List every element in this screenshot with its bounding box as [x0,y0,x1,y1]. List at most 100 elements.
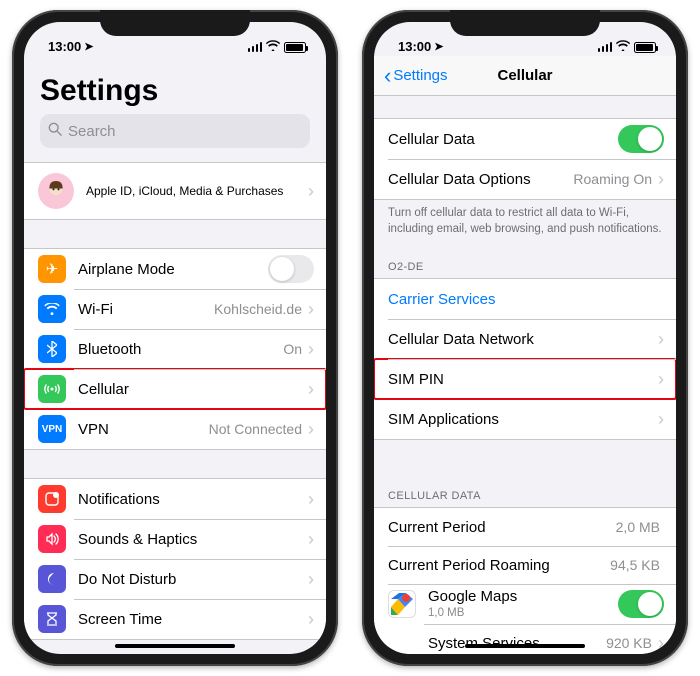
chevron-right-icon: › [308,339,314,360]
gmaps-row[interactable]: Google Maps 1,0 MB [374,584,676,624]
cellular-data-toggle[interactable] [618,125,664,153]
vpn-icon: VPN [38,415,66,443]
data-header: CELLULAR DATA [374,476,676,507]
airplane-icon: ✈ [38,255,66,283]
notifications-row[interactable]: Notifications › [24,479,326,519]
chevron-right-icon: › [308,529,314,550]
carrier-header: O2-DE [374,247,676,278]
bluetooth-row[interactable]: Bluetooth On › [24,329,326,369]
gmaps-sub: 1,0 MB [428,607,618,619]
vpn-label: VPN [78,421,209,438]
back-button[interactable]: ‹ Settings [382,56,448,95]
hourglass-icon [38,605,66,633]
wifi-icon [616,40,630,54]
bluetooth-label: Bluetooth [78,341,283,358]
sim-apps-row[interactable]: SIM Applications › [374,399,676,439]
airplane-label: Airplane Mode [78,261,268,278]
google-maps-icon [388,590,416,618]
cellular-data-network-row[interactable]: Cellular Data Network › [374,319,676,359]
sounds-row[interactable]: Sounds & Haptics › [24,519,326,559]
chevron-right-icon: › [308,489,314,510]
roaming-value: 94,5 KB [610,557,660,573]
notch [100,10,250,36]
wifi-icon [266,40,280,54]
options-value: Roaming On [573,171,652,187]
chevron-right-icon: › [308,181,314,202]
location-icon: ➤ [434,40,443,53]
screen-cellular: 13:00 ➤ ‹ Settings Cellular Cellula [374,22,676,654]
roaming-label: Current Period Roaming [388,557,610,574]
avatar [38,173,74,209]
search-placeholder: Search [68,123,116,140]
nav-title: Cellular [497,67,552,84]
carrier-services-label: Carrier Services [388,291,664,308]
cdn-label: Cellular Data Network [388,331,656,348]
wifi-settings-icon [38,295,66,323]
cellular-options-row[interactable]: Cellular Data Options Roaming On › [374,159,676,199]
carrier-services-row[interactable]: Carrier Services [374,279,676,319]
apple-id-row[interactable]: Apple ID, iCloud, Media & Purchases › [24,163,326,219]
vpn-row[interactable]: VPN VPN Not Connected › [24,409,326,449]
airplane-toggle[interactable] [268,255,314,283]
chevron-right-icon: › [308,419,314,440]
search-icon [48,122,62,140]
cellular-row[interactable]: Cellular › [24,369,326,409]
system-services-row[interactable]: System Services 920 KB › [374,624,676,654]
options-label: Cellular Data Options [388,171,573,188]
notch [450,10,600,36]
chevron-right-icon: › [658,169,664,190]
sim-pin-label: SIM PIN [388,371,656,388]
bluetooth-value: On [283,341,302,357]
battery-icon [284,42,306,53]
roaming-row: Current Period Roaming 94,5 KB [374,546,676,584]
screentime-row[interactable]: Screen Time › [24,599,326,639]
back-label: Settings [393,67,447,84]
screen-settings: 13:00 ➤ Settings Search [24,22,326,654]
battery-icon [634,42,656,53]
chevron-right-icon: › [308,609,314,630]
cellular-footer: Turn off cellular data to restrict all d… [374,200,676,247]
cellular-label: Cellular [78,381,306,398]
chevron-left-icon: ‹ [384,63,391,89]
page-title: Settings [24,56,326,114]
notifications-label: Notifications [78,491,306,508]
location-icon: ➤ [84,40,93,53]
wifi-row[interactable]: Wi-Fi Kohlscheid.de › [24,289,326,329]
home-indicator[interactable] [115,644,235,649]
bluetooth-icon [38,335,66,363]
chevron-right-icon: › [658,409,664,430]
current-period-label: Current Period [388,519,616,536]
cell-signal-icon [598,42,613,52]
search-input[interactable]: Search [40,114,310,148]
chevron-right-icon: › [308,299,314,320]
system-value: 920 KB [606,635,652,651]
notifications-icon [38,485,66,513]
chevron-right-icon: › [658,369,664,390]
status-time: 13:00 [48,39,81,54]
sounds-label: Sounds & Haptics [78,531,306,548]
airplane-mode-row[interactable]: ✈ Airplane Mode [24,249,326,289]
current-period-row: Current Period 2,0 MB [374,508,676,546]
home-indicator[interactable] [465,644,585,649]
gmaps-toggle[interactable] [618,590,664,618]
cellular-data-row[interactable]: Cellular Data [374,119,676,159]
gmaps-label: Google Maps [428,589,618,606]
dnd-label: Do Not Disturb [78,571,306,588]
moon-icon [38,565,66,593]
wifi-value: Kohlscheid.de [214,301,302,317]
nav-bar: ‹ Settings Cellular [374,56,676,96]
dnd-row[interactable]: Do Not Disturb › [24,559,326,599]
sim-apps-label: SIM Applications [388,411,656,428]
apple-id-label: Apple ID, iCloud, Media & Purchases [86,184,306,198]
cell-signal-icon [248,42,263,52]
cellular-icon [38,375,66,403]
current-period-value: 2,0 MB [616,519,660,535]
status-time: 13:00 [398,39,431,54]
chevron-right-icon: › [658,633,664,654]
phone-left: 13:00 ➤ Settings Search [12,10,338,666]
wifi-label: Wi-Fi [78,301,214,318]
phone-right: 13:00 ➤ ‹ Settings Cellular Cellula [362,10,688,666]
vpn-value: Not Connected [209,421,302,437]
sim-pin-row[interactable]: SIM PIN › [374,359,676,399]
screentime-label: Screen Time [78,611,306,628]
